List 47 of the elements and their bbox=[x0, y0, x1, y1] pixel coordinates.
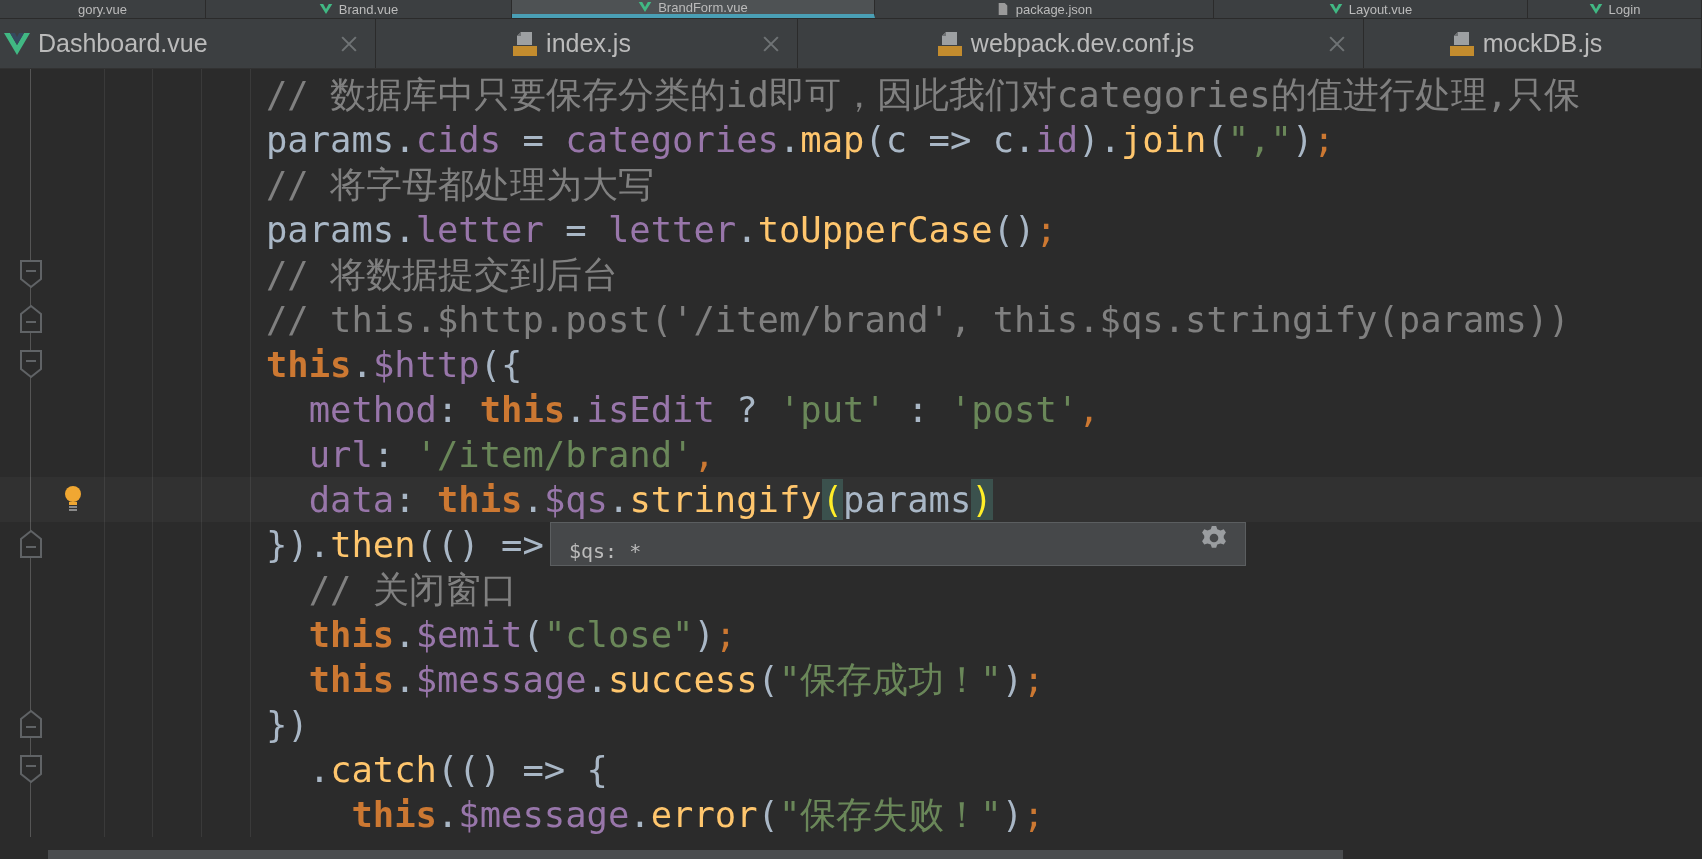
fold-icon[interactable] bbox=[19, 349, 43, 379]
file-tab[interactable]: index.js bbox=[376, 19, 798, 68]
vue-icon bbox=[638, 1, 653, 13]
file-icon bbox=[1448, 30, 1475, 57]
vue-icon bbox=[1588, 3, 1603, 15]
vue-icon bbox=[318, 3, 333, 15]
file-tab[interactable]: package.json bbox=[875, 0, 1214, 18]
code-line: url: '/item/brand', bbox=[307, 433, 715, 477]
vue-icon bbox=[4, 30, 30, 57]
code-line: // 关闭窗口 bbox=[307, 568, 517, 612]
code-line: // this.$http.post('/item/brand', this.$qs.stringify(params)) bbox=[266, 298, 1570, 342]
code-line: params.cids = categories.map(c => c.id).join(","); bbox=[266, 118, 1335, 162]
settings-icon[interactable] bbox=[1201, 525, 1227, 551]
code-line: this.$message.success("保存成功！"); bbox=[307, 658, 1045, 702]
file-icon bbox=[512, 30, 539, 57]
file-tab[interactable]: Dashboard.vue bbox=[0, 19, 376, 68]
file-tab[interactable]: BrandForm.vue bbox=[512, 0, 875, 18]
code-line: // 将字母都处理为大写 bbox=[266, 163, 655, 207]
code-line: this.$message.error("保存失败！"); bbox=[350, 793, 1045, 837]
code-line: // 数据库中只要保存分类的id即可，因此我们对categories的值进行处理,只保 bbox=[266, 73, 1580, 117]
fold-icon[interactable] bbox=[19, 304, 43, 334]
code-line: .catch(() => { bbox=[307, 748, 608, 792]
code-line: this.$http({ bbox=[266, 343, 523, 387]
file-tab[interactable]: gory.vue bbox=[0, 0, 206, 18]
tooltip-text: $qs: * bbox=[569, 539, 642, 563]
close-icon[interactable] bbox=[341, 35, 357, 52]
lightbulb-icon[interactable] bbox=[63, 485, 83, 513]
fold-icon[interactable] bbox=[19, 709, 43, 739]
file-tab[interactable]: Login bbox=[1528, 0, 1702, 18]
scrollbar[interactable] bbox=[48, 850, 1343, 859]
close-icon[interactable] bbox=[763, 35, 779, 52]
code-line: params.letter = letter.toUpperCase(); bbox=[266, 208, 1057, 252]
code-line: method: this.isEdit ? 'put' : 'post', bbox=[307, 388, 1100, 432]
code-line: }).then(() => bbox=[266, 523, 544, 567]
fold-icon[interactable] bbox=[19, 754, 43, 784]
file-tab[interactable]: Layout.vue bbox=[1214, 0, 1528, 18]
fold-icon[interactable] bbox=[19, 259, 43, 289]
close-icon[interactable] bbox=[1329, 35, 1345, 52]
code-line: data: this.$qs.stringify(params) bbox=[307, 478, 993, 522]
fold-icon[interactable] bbox=[19, 529, 43, 559]
code-line: }) bbox=[266, 703, 309, 747]
file-tab[interactable]: webpack.dev.conf.js bbox=[798, 19, 1364, 68]
file-icon bbox=[936, 30, 963, 57]
code-line: this.$emit("close"); bbox=[307, 613, 737, 657]
vue-icon bbox=[1328, 3, 1343, 15]
code-line: // 将数据提交到后台 bbox=[266, 253, 619, 297]
file-tab[interactable]: mockDB.js bbox=[1364, 19, 1702, 68]
